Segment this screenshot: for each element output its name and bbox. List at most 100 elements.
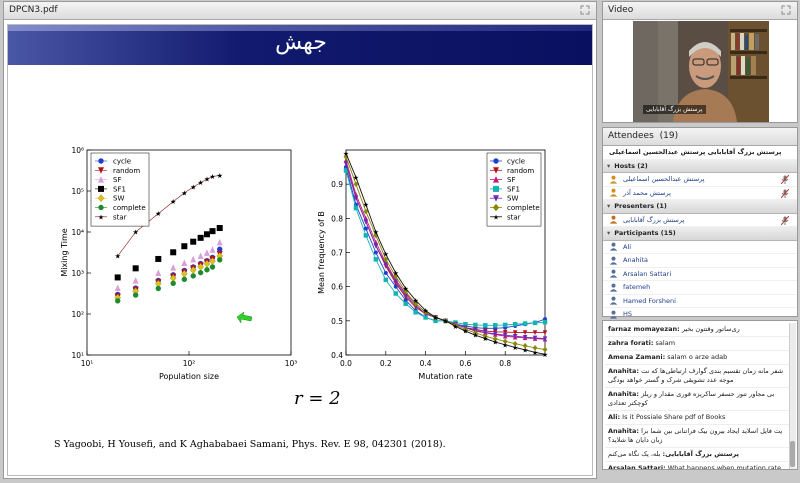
chat-message: Arsalan Sattari: What happens when mutat… — [605, 462, 789, 469]
microphone-icon[interactable] — [780, 215, 790, 225]
chat-sender: Anahita: — [608, 367, 639, 375]
attendee-row[interactable]: پرستش عبدالحسین اسماعیلی — [603, 173, 797, 187]
video-pod: Video پرستش بزرگ آقابابایی — [602, 1, 798, 123]
point-complete — [209, 264, 216, 270]
attendee-row[interactable]: Anahita — [603, 254, 797, 268]
attendee-category-header[interactable]: ▾ Participants (15) — [603, 227, 797, 241]
point-sf1 — [216, 225, 223, 232]
y-tick-label: 10² — [71, 310, 84, 319]
chat-scrollbar-thumb[interactable] — [790, 441, 795, 467]
point-complete — [217, 257, 223, 263]
attendee-row[interactable]: Arsalan Sattari — [603, 268, 797, 281]
microphone-icon[interactable] — [780, 188, 790, 198]
legend-marker: ★ — [98, 213, 104, 221]
point-star: ★ — [170, 198, 176, 206]
video-title: Video — [608, 5, 634, 15]
microphone-icon[interactable] — [780, 174, 790, 185]
chat-sender: Amena Zamani: — [608, 353, 666, 361]
point-star: ★ — [181, 189, 187, 197]
point-star: ★ — [133, 229, 139, 237]
attendee-label: Arsalan Sattari — [623, 269, 672, 278]
point-complete — [204, 267, 210, 273]
point-sf1 — [155, 255, 162, 262]
slide-title: جهش — [275, 30, 327, 55]
maximize-icon[interactable] — [781, 5, 791, 15]
chat-sender: Arsalan Sattari: — [608, 464, 666, 469]
point-complete — [170, 280, 176, 287]
y-tick-label: 10⁶ — [71, 146, 84, 155]
participant-icon — [609, 283, 618, 292]
point-star: ★ — [115, 252, 121, 260]
attendee-label: Hamed Forsheni — [623, 296, 676, 305]
chat-text: ری‌ساتور وقتتون بخیر — [679, 325, 740, 333]
point-complete — [197, 269, 204, 276]
attendees-title: Attendees — [608, 131, 654, 141]
point-complete — [115, 298, 121, 304]
x-tick-label: 10² — [183, 359, 196, 368]
document-pod-header: DPCN3.pdf — [4, 2, 596, 20]
video-feed[interactable]: پرستش بزرگ آقابابایی — [633, 21, 769, 122]
attendee-label: Presenters (1) — [614, 202, 667, 210]
x-axis-label: Population size — [159, 372, 219, 381]
participant-icon — [609, 310, 618, 319]
point-sf1 — [197, 234, 204, 241]
point-sf1 — [132, 265, 139, 272]
participant-icon — [609, 296, 618, 305]
maximize-icon[interactable] — [580, 5, 590, 15]
x-tick-label: 10³ — [285, 359, 298, 368]
legend-label: star — [113, 213, 127, 221]
point-sf — [197, 252, 204, 259]
attendee-row[interactable]: Ali — [603, 241, 797, 254]
collapse-triangle-icon[interactable]: ▾ — [607, 162, 610, 170]
y-tick-label: 10³ — [71, 269, 84, 278]
chat-message: Amena Zamani: salam o arze adab — [605, 351, 789, 365]
chat-sender: zahra forati: — [608, 339, 654, 347]
legend-label: SF1 — [113, 185, 126, 193]
attendees-pod: Attendees (19) پرستش بزرگ آقابابایی پرست… — [602, 127, 798, 322]
chat-sender: Anahita: — [608, 427, 639, 435]
point-sf — [190, 255, 197, 263]
legend-label: SW — [113, 195, 124, 203]
point-star: ★ — [155, 210, 161, 218]
attendee-status-row[interactable]: پرستش بزرگ آقابابایی پرستش عبدالحسین اسم… — [603, 146, 797, 160]
point-complete — [181, 276, 188, 283]
r-equation: r = 2 — [294, 388, 341, 409]
attendee-label: پرستش بزرگ آقابابایی — [623, 215, 685, 224]
collapse-triangle-icon[interactable]: ▾ — [607, 229, 610, 237]
chat-text: Is it Possiale Share pdf of Books — [620, 413, 726, 421]
legend-marker — [98, 204, 104, 211]
attendee-row[interactable]: fatemeh — [603, 281, 797, 295]
chat-text: salam o arze adab — [665, 353, 728, 361]
chat-message-list: farnaz momayezan: ری‌ساتور وقتتون بخیر za… — [605, 323, 789, 469]
attendee-category-header[interactable]: ▾ Presenters (1) — [603, 200, 797, 214]
chat-sender: farnaz momayezan: — [608, 325, 680, 333]
y-tick-label: 10¹ — [71, 351, 84, 360]
legend-marker — [98, 185, 104, 192]
chat-text: بله، یک نگاه می‌کنم — [608, 450, 663, 458]
attendee-row[interactable]: Hamed Forsheni — [603, 295, 797, 308]
attendee-label: Hosts (2) — [614, 161, 648, 170]
point-sf — [181, 259, 188, 267]
attendee-label: Ali — [623, 242, 632, 251]
attendee-label: Participants (15) — [614, 229, 676, 237]
point-sf1 — [170, 249, 177, 256]
attendee-row[interactable]: پرستش بزرگ آقابابایی — [603, 214, 797, 227]
attendees-pod-header: Attendees (19) — [603, 128, 797, 146]
attendee-label: پرستش بزرگ آقابابایی پرستش عبدالحسین اسم… — [609, 148, 782, 156]
point-sf1 — [181, 243, 188, 250]
attendee-row[interactable]: پرستش محمد آذر — [603, 187, 797, 200]
y-axis-label: Mixing Time — [60, 228, 69, 276]
slide: جهش 10¹ 10² 10³ 10¹ 10² 10³ 10⁴ 10⁵ 10⁶ Populatio… — [7, 24, 593, 476]
collapse-triangle-icon[interactable]: ▾ — [607, 202, 610, 210]
legend-label: SF — [113, 176, 121, 184]
point-complete — [190, 273, 196, 279]
chat-pod: farnaz momayezan: ری‌ساتور وقتتون بخیر za… — [602, 320, 798, 470]
participant-icon — [609, 256, 618, 265]
attendee-category-header[interactable]: ▾ Hosts (2) — [603, 159, 797, 173]
point-sf — [114, 284, 121, 292]
chat-sender: Ali: — [608, 413, 621, 421]
chat-message: Anahita: بی مجاور تنور حسفر ساکریزه قوری… — [605, 388, 789, 411]
video-name-tag: پرستش بزرگ آقابابایی — [643, 105, 706, 114]
host-icon — [609, 188, 618, 197]
point-star: ★ — [217, 172, 223, 180]
